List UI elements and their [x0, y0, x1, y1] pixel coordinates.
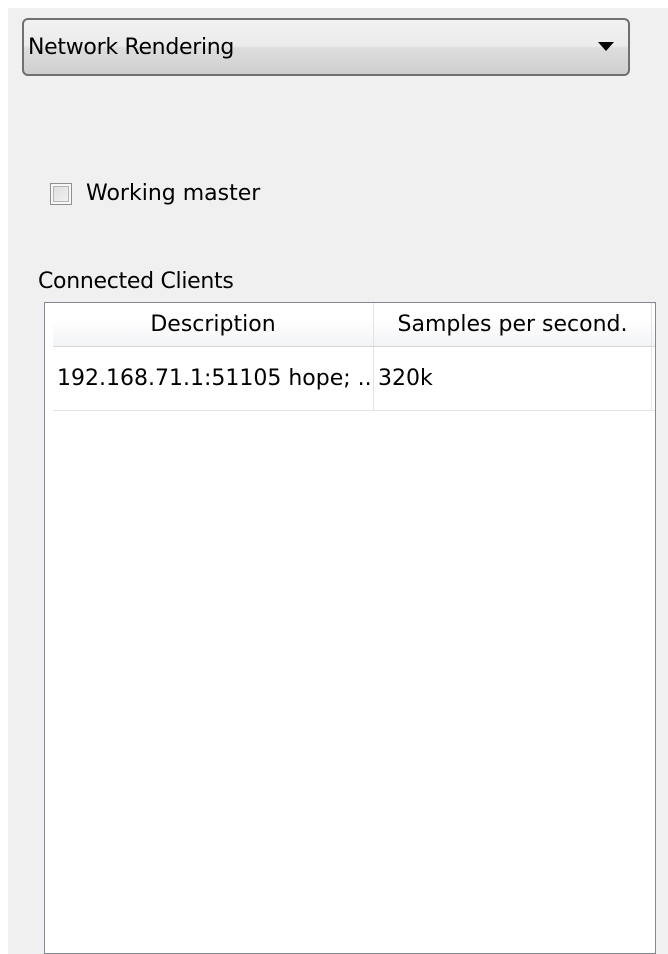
working-master-checkbox-row[interactable]: Working master	[50, 176, 260, 212]
table-body: 192.168.71.1:51105 hope; ... 320k	[53, 347, 655, 411]
table-row[interactable]: 192.168.71.1:51105 hope; ... 320k	[53, 347, 655, 411]
working-master-checkbox[interactable]	[50, 183, 72, 205]
connected-clients-table[interactable]: Description Samples per second. 192.168.…	[44, 302, 656, 954]
working-master-label: Working master	[86, 181, 261, 206]
render-mode-select[interactable]: Network Rendering	[22, 18, 630, 76]
client-description-cell: 192.168.71.1:51105 hope; ...	[53, 347, 374, 410]
network-rendering-panel: Network Rendering Working master Connect…	[8, 8, 668, 954]
connected-clients-label: Connected Clients	[38, 269, 234, 294]
render-mode-select-value: Network Rendering	[28, 35, 235, 60]
table-header: Description Samples per second.	[53, 303, 655, 347]
column-header-description[interactable]: Description	[53, 303, 374, 346]
chevron-down-icon[interactable]	[598, 42, 614, 51]
column-header-samples-per-second[interactable]: Samples per second.	[374, 303, 652, 346]
client-samples-cell: 320k	[374, 347, 652, 410]
